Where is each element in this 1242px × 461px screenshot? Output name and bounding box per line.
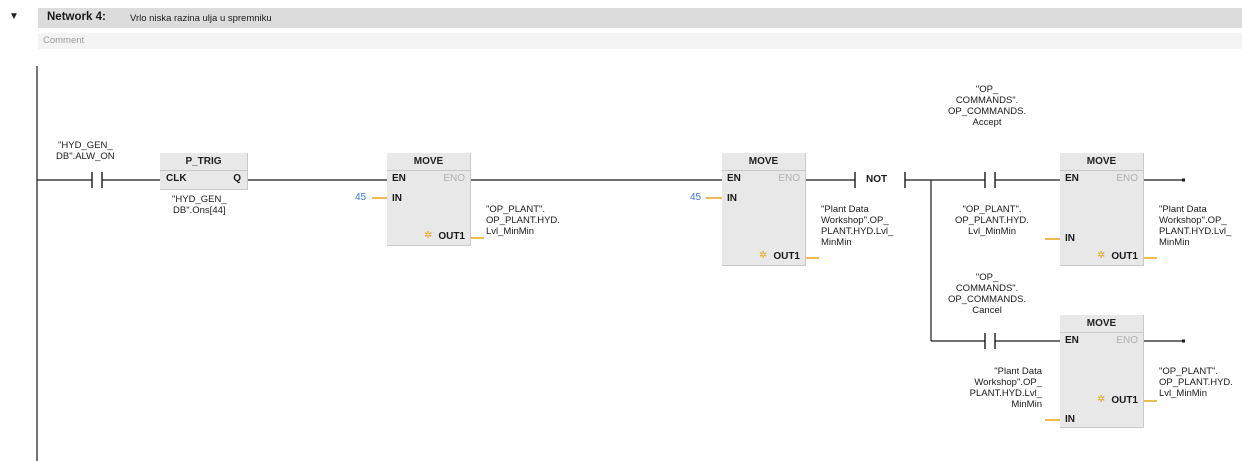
move-block-title: MOVE [413,156,444,167]
move-block-title: MOVE [1086,318,1117,329]
move-en-pin: EN [392,173,406,184]
move-out1-pin: OUT1 [438,231,465,242]
sparkle-icon: ✲ [1097,250,1106,261]
block-divider [1060,170,1143,171]
p-trig-q-pin: Q [233,173,241,184]
block-divider [1060,332,1143,333]
move-block-2[interactable]: MOVE EN ENO IN ✲ OUT1 [722,153,806,266]
move-block-4[interactable]: MOVE EN ENO IN ✲ OUT1 [1060,315,1144,428]
move-1-in-value[interactable]: 45 [355,192,366,203]
sparkle-icon: ✲ [424,230,433,241]
sparkle-icon: ✲ [1097,394,1106,405]
sparkle-icon: ✲ [759,250,768,261]
not-label: NOT [866,174,888,185]
move-en-pin: EN [1065,173,1079,184]
rung-end [1182,178,1185,182]
move-block-title: MOVE [748,156,779,167]
ladder-wiring [36,66,1185,461]
move-out1-pin: OUT1 [1111,395,1138,406]
move-2-out-operand[interactable]: "Plant Data Workshop".OP_ PLANT.HYD.Lvl_… [821,204,893,248]
move-out1-pin: OUT1 [1111,251,1138,262]
block-divider [387,170,470,171]
move-eno-pin: ENO [1116,173,1138,184]
move-en-pin: EN [1065,335,1079,346]
move-4-in-operand[interactable]: "Plant Data Workshop".OP_ PLANT.HYD.Lvl_… [950,366,1042,410]
block-divider [722,170,805,171]
move-2-in-value[interactable]: 45 [690,192,701,203]
move-3-in-operand[interactable]: "OP_PLANT". OP_PLANT.HYD. Lvl_MinMin [955,204,1029,237]
move-eno-pin: ENO [778,173,800,184]
move-in-pin: IN [1065,233,1075,244]
move-1-out-operand[interactable]: "OP_PLANT". OP_PLANT.HYD. Lvl_MinMin [486,204,560,237]
move-in-pin: IN [1065,414,1075,425]
contact-accept-label[interactable]: "OP_ COMMANDS". OP_COMMANDS. Accept [948,84,1026,128]
p-trig-operand-label[interactable]: "HYD_GEN_ DB".Ons[44] [172,194,227,216]
move-4-out-operand[interactable]: "OP_PLANT". OP_PLANT.HYD. Lvl_MinMin [1159,366,1233,399]
p-trig-clk-pin: CLK [166,173,187,184]
move-block-3[interactable]: MOVE EN ENO IN ✲ OUT1 [1060,153,1144,266]
move-block-1[interactable]: MOVE EN ENO IN ✲ OUT1 [387,153,471,246]
move-out1-pin: OUT1 [773,251,800,262]
move-in-pin: IN [392,193,402,204]
rung-end [1182,339,1185,343]
move-eno-pin: ENO [443,173,465,184]
contact-alw-on-label[interactable]: "HYD_GEN_ DB".ALW_ON [56,140,115,162]
move-eno-pin: ENO [1116,335,1138,346]
p-trig-title: P_TRIG [185,156,222,167]
p-trig-block[interactable]: P_TRIG CLK Q [160,153,248,190]
move-en-pin: EN [727,173,741,184]
block-divider [160,170,247,171]
move-block-title: MOVE [1086,156,1117,167]
move-in-pin: IN [727,193,737,204]
contact-cancel-label[interactable]: "OP_ COMMANDS". OP_COMMANDS. Cancel [948,272,1026,316]
move-3-out-operand[interactable]: "Plant Data Workshop".OP_ PLANT.HYD.Lvl_… [1159,204,1231,248]
